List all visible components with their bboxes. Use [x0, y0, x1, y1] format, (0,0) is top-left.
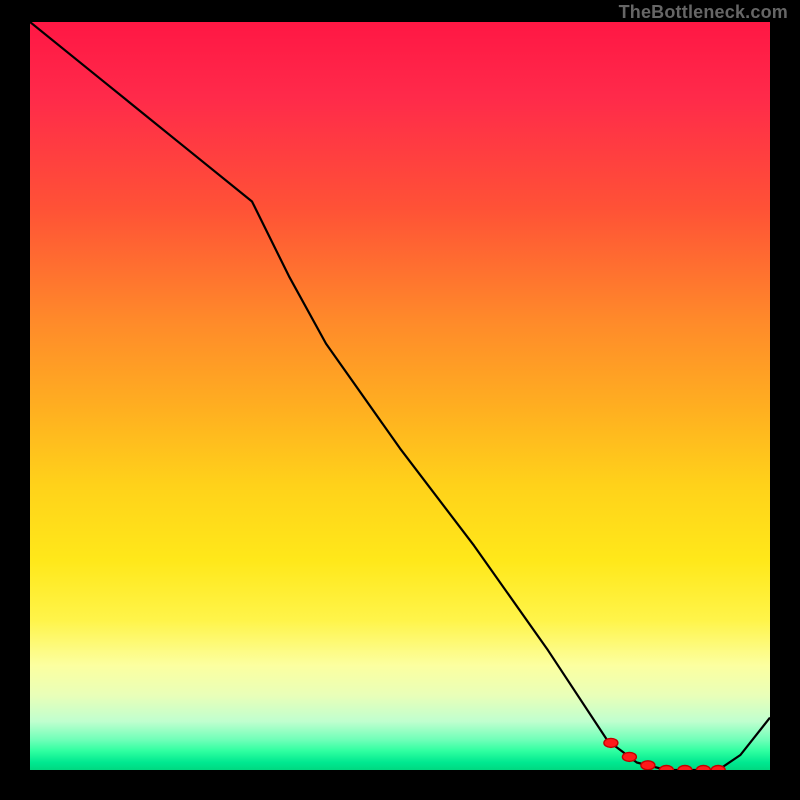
sweet-spot-markers [604, 738, 725, 770]
attribution-text: TheBottleneck.com [619, 2, 788, 23]
sweet-spot-marker [711, 766, 725, 771]
chart-overlay [30, 22, 770, 770]
bottleneck-curve [30, 22, 770, 770]
plot-area [30, 22, 770, 770]
sweet-spot-marker [678, 766, 692, 771]
chart-container: TheBottleneck.com [0, 0, 800, 800]
sweet-spot-marker [604, 738, 618, 747]
sweet-spot-marker [641, 761, 655, 770]
sweet-spot-marker [622, 752, 636, 761]
sweet-spot-marker [696, 766, 710, 771]
sweet-spot-marker [659, 766, 673, 771]
